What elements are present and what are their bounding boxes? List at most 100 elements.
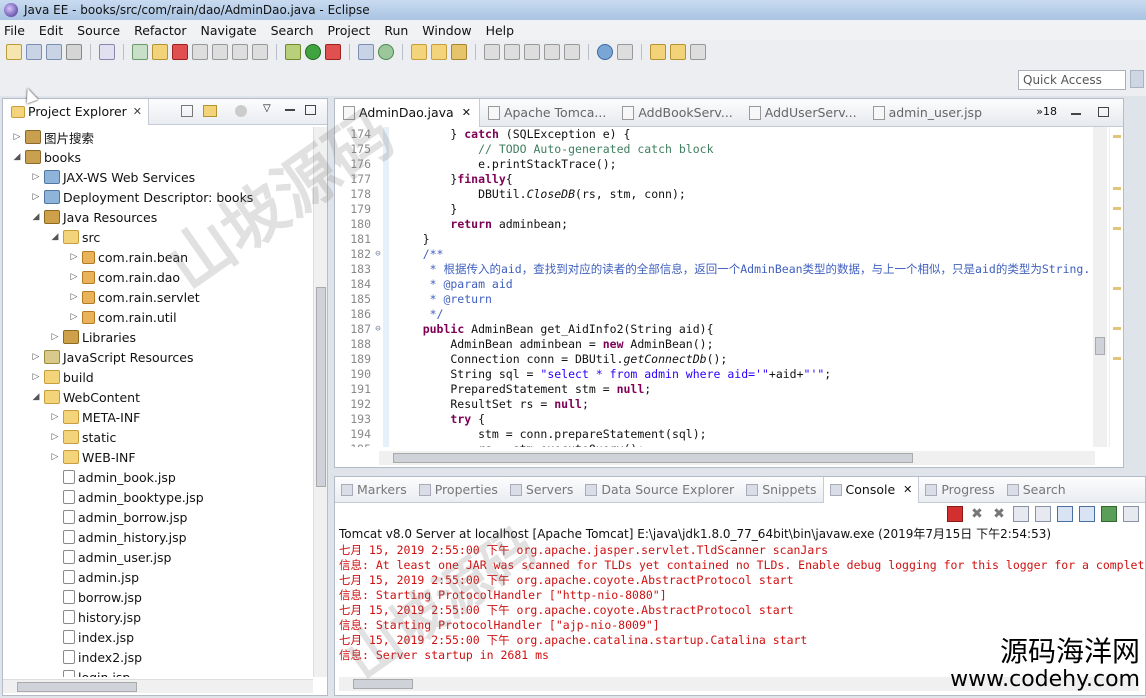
collapsed-arrow-icon[interactable]: ▷ <box>49 432 61 442</box>
tree-item[interactable]: ▷ Deployment Descriptor: books <box>3 187 313 207</box>
suspend-icon[interactable] <box>152 44 168 60</box>
tab-project-explorer[interactable]: Project Explorer ✕ <box>3 98 150 125</box>
tree-item[interactable]: ▷ 图片搜索 <box>3 127 313 147</box>
tree-item[interactable]: admin.jsp <box>3 567 313 587</box>
collapsed-arrow-icon[interactable]: ▷ <box>11 132 23 142</box>
link-editor-icon[interactable] <box>203 105 217 117</box>
tree-item[interactable]: admin_book.jsp <box>3 467 313 487</box>
perspective-icon[interactable] <box>1130 70 1144 88</box>
collapsed-arrow-icon[interactable]: ▷ <box>30 352 42 362</box>
remove-launch-icon[interactable]: ✖ <box>969 506 985 522</box>
last-edit-icon[interactable] <box>650 44 666 60</box>
task-icon[interactable] <box>617 44 633 60</box>
step-return-icon[interactable] <box>252 44 268 60</box>
step-into-icon[interactable] <box>212 44 228 60</box>
tree-item[interactable]: ◢ Java Resources <box>3 207 313 227</box>
debug-icon[interactable] <box>285 44 301 60</box>
collapsed-arrow-icon[interactable]: ▷ <box>68 292 80 302</box>
collapsed-arrow-icon[interactable]: ▷ <box>68 312 80 322</box>
editor-tab[interactable]: admin_user.jsp <box>865 99 990 127</box>
tab-search[interactable]: Search <box>1001 477 1072 503</box>
show-whitespace-icon[interactable] <box>564 44 580 60</box>
tree-item[interactable]: admin_borrow.jsp <box>3 507 313 527</box>
collapse-all-icon[interactable] <box>181 105 193 117</box>
tree-item[interactable]: ▷ JAX-WS Web Services <box>3 167 313 187</box>
remove-all-icon[interactable]: ✖ <box>991 506 1007 522</box>
forward-icon[interactable] <box>690 44 706 60</box>
collapsed-arrow-icon[interactable]: ▷ <box>30 192 42 202</box>
disconnect-icon[interactable] <box>192 44 208 60</box>
pen-icon[interactable] <box>504 44 520 60</box>
tree-item[interactable]: borrow.jsp <box>3 587 313 607</box>
tab-progress[interactable]: Progress <box>919 477 1000 503</box>
run-icon[interactable] <box>305 44 321 60</box>
collapsed-arrow-icon[interactable]: ▷ <box>49 452 61 462</box>
open-type-icon[interactable] <box>411 44 427 60</box>
tree-item[interactable]: index.jsp <box>3 627 313 647</box>
editor-maximize-icon[interactable] <box>1098 107 1109 117</box>
menu-item-file[interactable]: File <box>4 23 25 38</box>
collapsed-arrow-icon[interactable]: ▷ <box>30 172 42 182</box>
step-over-icon[interactable] <box>232 44 248 60</box>
tab-console[interactable]: Console ✕ <box>822 476 920 503</box>
block-selection-icon[interactable] <box>544 44 560 60</box>
minimize-icon[interactable] <box>285 109 295 111</box>
collapsed-arrow-icon[interactable]: ▷ <box>68 252 80 262</box>
tab-properties[interactable]: Properties <box>413 477 504 503</box>
menu-item-help[interactable]: Help <box>486 23 515 38</box>
editor-tab[interactable]: AdminDao.java ✕ <box>335 98 480 127</box>
save-all-icon[interactable] <box>46 44 62 60</box>
expanded-arrow-icon[interactable]: ◢ <box>11 152 23 162</box>
tree-item[interactable]: ◢ WebContent <box>3 387 313 407</box>
tree-item[interactable]: admin_history.jsp <box>3 527 313 547</box>
tab-data-source-explorer[interactable]: Data Source Explorer <box>579 477 740 503</box>
expanded-arrow-icon[interactable]: ◢ <box>49 232 61 242</box>
tree-item[interactable]: ◢ src <box>3 227 313 247</box>
tree-item[interactable]: ▷ META-INF <box>3 407 313 427</box>
scroll-lock-icon[interactable] <box>1035 506 1051 522</box>
tree-item[interactable]: ▷ com.rain.dao <box>3 267 313 287</box>
new-icon[interactable] <box>6 44 22 60</box>
terminate-icon[interactable] <box>172 44 188 60</box>
close-icon[interactable]: ✕ <box>903 483 912 496</box>
overview-ruler[interactable] <box>1109 127 1123 447</box>
expanded-arrow-icon[interactable]: ◢ <box>30 212 42 222</box>
explorer-horizontal-scrollbar[interactable] <box>3 679 313 693</box>
tree-item[interactable]: admin_booktype.jsp <box>3 487 313 507</box>
open-folder-icon[interactable] <box>431 44 447 60</box>
resume-icon[interactable] <box>132 44 148 60</box>
new-class-icon[interactable] <box>378 44 394 60</box>
editor-vertical-scrollbar[interactable] <box>1093 127 1107 447</box>
tree-item[interactable]: ◢ books <box>3 147 313 167</box>
pin-console-icon[interactable] <box>1101 506 1117 522</box>
editor-horizontal-scrollbar[interactable] <box>379 451 1095 465</box>
tree-item[interactable]: ▷ com.rain.util <box>3 307 313 327</box>
tree-item[interactable]: login.jsp <box>3 667 313 677</box>
menu-item-edit[interactable]: Edit <box>39 23 63 38</box>
tree-item[interactable]: ▷ Libraries <box>3 327 313 347</box>
close-icon[interactable]: ✕ <box>133 105 142 118</box>
editor-tab[interactable]: AddUserServ... <box>741 99 865 127</box>
search-toolbar-icon[interactable] <box>451 44 467 60</box>
expanded-arrow-icon[interactable]: ◢ <box>30 392 42 402</box>
explorer-vertical-scrollbar[interactable] <box>313 127 327 677</box>
tree-item[interactable]: ▷ static <box>3 427 313 447</box>
menu-item-run[interactable]: Run <box>384 23 408 38</box>
tree-item[interactable]: ▷ JavaScript Resources <box>3 347 313 367</box>
editor-tab[interactable]: AddBookServ... <box>614 99 740 127</box>
collapsed-arrow-icon[interactable]: ▷ <box>49 412 61 422</box>
terminate-icon[interactable] <box>947 506 963 522</box>
more-tabs-indicator[interactable]: »18 <box>1036 105 1057 118</box>
collapsed-arrow-icon[interactable]: ▷ <box>30 372 42 382</box>
menu-item-project[interactable]: Project <box>328 23 371 38</box>
display-console-icon[interactable] <box>1123 506 1139 522</box>
menu-item-source[interactable]: Source <box>77 23 120 38</box>
show-on-output-icon[interactable] <box>1079 506 1095 522</box>
view-menu-icon[interactable] <box>235 105 247 117</box>
fold-toggle-icon[interactable]: ⊖ <box>373 247 383 262</box>
tree-item[interactable]: ▷ com.rain.bean <box>3 247 313 267</box>
print-icon[interactable] <box>66 44 82 60</box>
editor-minimize-icon[interactable] <box>1071 113 1081 115</box>
quick-access-input[interactable]: Quick Access <box>1018 70 1126 90</box>
collapsed-arrow-icon[interactable]: ▷ <box>68 272 80 282</box>
